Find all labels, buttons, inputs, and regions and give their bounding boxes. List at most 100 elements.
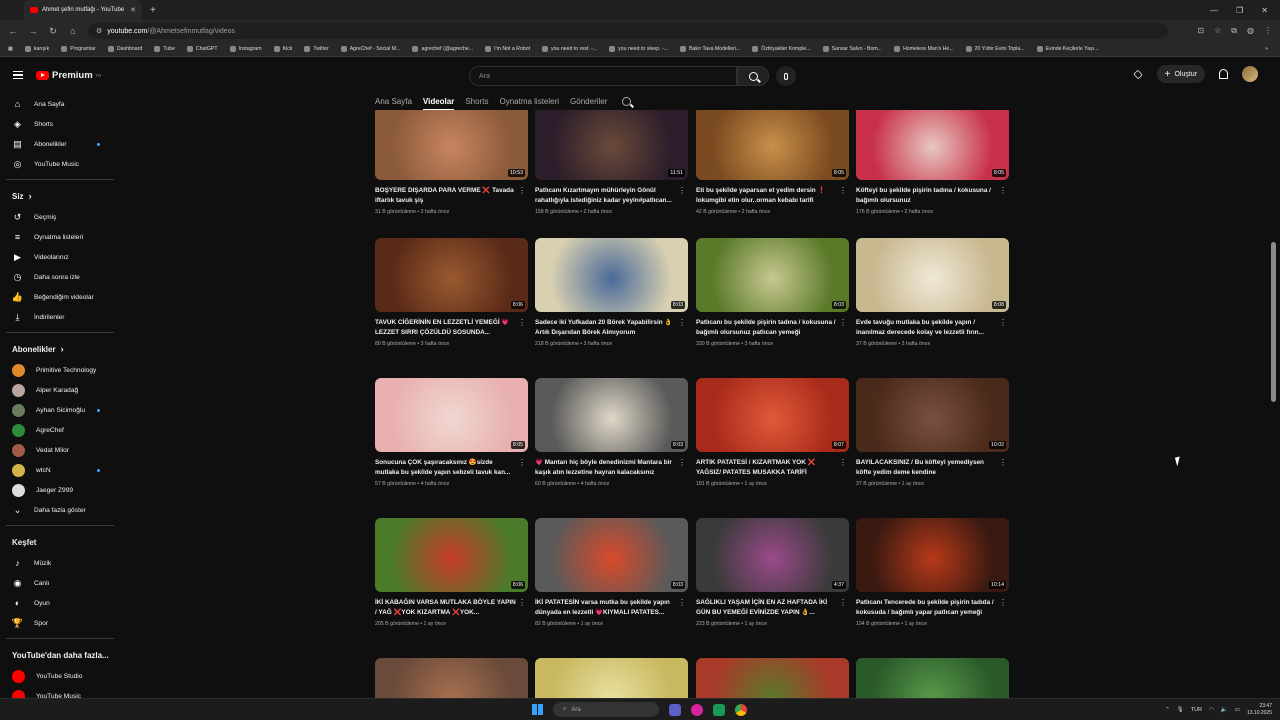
youtube-logo[interactable]: Premium TR: [36, 70, 101, 81]
volume-icon[interactable]: 🔈: [1221, 707, 1228, 713]
video-card[interactable]: 8:06 İKİ KABAĞIN VARSA MUTLAKA BÖYLE YAPI…: [375, 518, 528, 627]
sidebar-item-channel[interactable]: wtcN: [0, 460, 120, 480]
create-button[interactable]: + Oluştur: [1156, 65, 1205, 83]
video-thumbnail[interactable]: 8:03: [535, 378, 688, 452]
video-thumbnail[interactable]: 10:14: [856, 518, 1009, 592]
video-title[interactable]: Patlıcanı bu şekilde pişirin tadına / ko…: [696, 318, 849, 337]
windows-start-icon[interactable]: [532, 704, 543, 715]
wifi-icon[interactable]: ◠: [1209, 707, 1214, 713]
tab-1[interactable]: Videolar: [422, 97, 455, 110]
menu-icon[interactable]: [13, 71, 23, 79]
new-tab-button[interactable]: +: [150, 5, 156, 16]
search-input[interactable]: Ara: [469, 66, 737, 86]
sidebar-section-you[interactable]: Siz ›: [0, 185, 120, 207]
channel-search-icon[interactable]: [622, 96, 632, 106]
more-options-icon[interactable]: ⋮: [839, 599, 847, 607]
sidebar-item[interactable]: ◷ Daha sonra izle: [0, 267, 120, 287]
bookmark-item[interactable]: Kick: [273, 46, 292, 52]
bookmark-item[interactable]: you need to sleep. -...: [609, 46, 668, 52]
language-indicator[interactable]: TUR: [1191, 707, 1202, 713]
video-card[interactable]: 8:05 Sonucuna ÇOK şaşıracaksınız 😍sizde m…: [375, 378, 528, 487]
video-card[interactable]: 11:51 Patlıcanı Kızartmayın mühürleyin Gö…: [535, 110, 688, 215]
teams-app-icon[interactable]: [669, 703, 681, 716]
tab-2[interactable]: Shorts: [465, 97, 488, 106]
bookmark-item[interactable]: Programlar: [61, 46, 96, 52]
bookmark-star-icon[interactable]: ☆: [1214, 26, 1221, 36]
more-options-icon[interactable]: ⋮: [999, 459, 1007, 467]
video-thumbnail[interactable]: 8:03: [696, 238, 849, 312]
video-card[interactable]: 8:03 Sadece iki Yufkadan 20 Börek Yapabil…: [535, 238, 688, 347]
video-thumbnail[interactable]: 8:07: [696, 378, 849, 452]
sidebar-item[interactable]: 🏆 Spor: [0, 613, 120, 633]
close-window-icon[interactable]: ✕: [1261, 6, 1268, 15]
video-card[interactable]: [375, 658, 528, 698]
more-options-icon[interactable]: ⋮: [678, 459, 686, 467]
tray-chevron-icon[interactable]: ⌃: [1165, 707, 1170, 713]
video-thumbnail[interactable]: 8:03: [535, 238, 688, 312]
more-options-icon[interactable]: ⋮: [839, 319, 847, 327]
video-thumbnail[interactable]: [696, 658, 849, 698]
sidebar-item-channel[interactable]: Alper Karadağ: [0, 380, 120, 400]
video-title[interactable]: İKİ PATATESİN varsa mutka bu şekilde yap…: [535, 598, 688, 617]
home-browser-icon[interactable]: ⌂: [68, 26, 78, 36]
reload-icon[interactable]: ↻: [48, 26, 58, 37]
video-thumbnail[interactable]: 8:05: [856, 110, 1009, 180]
video-title[interactable]: İKİ KABAĞIN VARSA MUTLAKA BÖYLE YAPIN / …: [375, 598, 528, 617]
notifications-icon[interactable]: [1219, 69, 1228, 79]
video-card[interactable]: 4:37 SAĞLIKLI YAŞAM İÇİN EN AZ HAFTADA İK…: [696, 518, 849, 627]
bookmark-item[interactable]: karışık: [24, 46, 49, 52]
video-thumbnail[interactable]: 11:51: [535, 110, 688, 180]
bookmark-item[interactable]: Dashboard: [107, 46, 142, 52]
more-options-icon[interactable]: ⋮: [678, 599, 686, 607]
profile-icon[interactable]: ◍: [1247, 26, 1254, 36]
restore-icon[interactable]: ❐: [1236, 6, 1243, 15]
close-tab-icon[interactable]: ✕: [130, 6, 136, 14]
bookmark-item[interactable]: Evinde Keçilerle Yaşı...: [1036, 46, 1099, 52]
more-options-icon[interactable]: ⋮: [999, 319, 1007, 327]
clock[interactable]: 23:47 13.10.2025: [1247, 703, 1272, 717]
sidebar-item[interactable]: 👍 Beğendiğim videolar: [0, 287, 120, 307]
bookmark-item[interactable]: 20 Yıldır Evini Topla...: [965, 46, 1025, 52]
taskbar-search[interactable]: ⌕ Ara: [553, 702, 659, 717]
avatar[interactable]: [1242, 66, 1258, 82]
more-options-icon[interactable]: ⋮: [999, 187, 1007, 195]
sidebar-item-channel[interactable]: Vedat Milor: [0, 440, 120, 460]
video-card[interactable]: 10:14 Patlıcanı Tencerede bu şekilde pişi…: [856, 518, 1009, 627]
more-options-icon[interactable]: ⋮: [678, 187, 686, 195]
video-title[interactable]: Patlıcanı Tencerede bu şekilde pişirin t…: [856, 598, 1009, 617]
video-card[interactable]: 10:53 BOŞYERE DIŞARDA PARA VERME ❌ Tavada…: [375, 110, 528, 215]
sidebar-section-more[interactable]: YouTube'dan daha fazla...: [0, 644, 120, 666]
sidebar-item[interactable]: ↺ Geçmiş: [0, 207, 120, 227]
browser-menu-icon[interactable]: ⋮: [1264, 26, 1272, 36]
sidebar-item[interactable]: ◎ YouTube Music: [0, 154, 120, 174]
video-card[interactable]: 8:08 Evde tavuğu mutlaka bu şekilde yapın…: [856, 238, 1009, 347]
video-thumbnail[interactable]: [535, 658, 688, 698]
url-field[interactable]: ⚙ youtube.com/@Ahmetsefinmutfag/videos: [88, 23, 1168, 39]
bookmark-item[interactable]: Instagram: [229, 46, 262, 52]
sidebar-item[interactable]: ◈ Shorts: [0, 114, 120, 134]
bookmark-item[interactable]: AgreChef - Social M...: [340, 46, 400, 52]
video-title[interactable]: Köfteyi bu şekilde pişirin tadına / koku…: [856, 186, 1009, 205]
video-card[interactable]: [696, 658, 849, 698]
sidebar-item-channel[interactable]: YouTube Studio: [0, 666, 120, 686]
video-thumbnail[interactable]: 4:37: [696, 518, 849, 592]
more-options-icon[interactable]: ⋮: [999, 599, 1007, 607]
forward-icon[interactable]: →: [28, 26, 38, 36]
video-title[interactable]: 💗 Mantarı hiç böyle denedinizmi Mantara …: [535, 458, 688, 477]
video-card[interactable]: 8:03 Patlıcanı bu şekilde pişirin tadına …: [696, 238, 849, 347]
bookmark-item[interactable]: Twitter: [304, 46, 329, 52]
scrollbar[interactable]: [1271, 242, 1276, 402]
sidebar-item-channel[interactable]: AgreChef: [0, 420, 120, 440]
more-options-icon[interactable]: ⋮: [678, 319, 686, 327]
bookmark-item[interactable]: Homeless Man's He...: [894, 46, 954, 52]
browser-tab[interactable]: Ahmet şefin mutfağı - YouTube ✕: [24, 0, 142, 20]
sidebar-item[interactable]: ▤ Abonelikler: [0, 134, 120, 154]
video-card[interactable]: 8:03 💗 Mantarı hiç böyle denedinizmi Mant…: [535, 378, 688, 487]
app-icon[interactable]: [713, 703, 725, 716]
bookmark-item[interactable]: Sansar Salvo - Bom...: [822, 46, 882, 52]
site-info-icon[interactable]: ⚙: [96, 27, 102, 35]
bookmark-item[interactable]: ChatGPT: [186, 46, 218, 52]
battery-icon[interactable]: ▭: [1235, 707, 1240, 713]
more-options-icon[interactable]: ⋮: [518, 459, 526, 467]
sidebar-item[interactable]: ♪ Müzik: [0, 553, 120, 573]
